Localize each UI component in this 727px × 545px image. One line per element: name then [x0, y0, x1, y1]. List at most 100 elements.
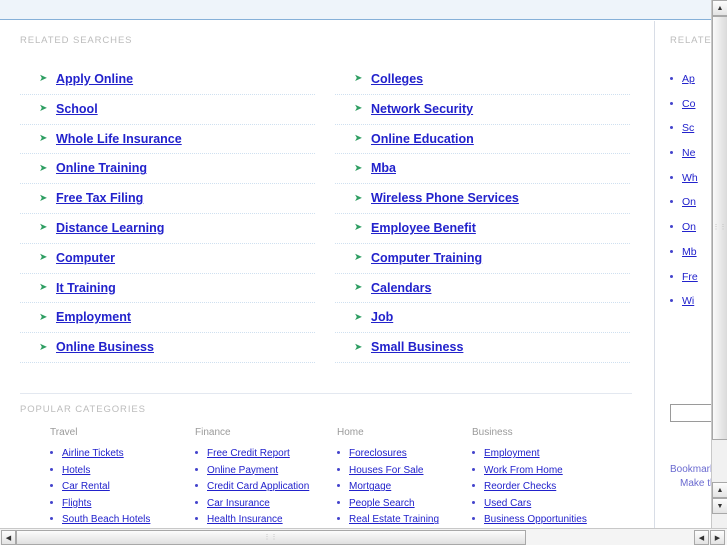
related-item[interactable]: ➤ Whole Life Insurance [20, 125, 315, 155]
category-link[interactable]: Used Cars [484, 498, 531, 509]
category-link[interactable]: Work From Home [484, 465, 563, 476]
related-item[interactable]: ➤ Job [335, 303, 630, 334]
related-item[interactable]: ➤ Employment [20, 303, 315, 334]
bookmark-link[interactable]: Bookmark [670, 463, 711, 477]
sidebar-link[interactable]: On [682, 221, 696, 233]
sidebar-list-item[interactable]: On [670, 190, 711, 215]
category-list-item[interactable]: Hotels [50, 462, 195, 479]
category-link[interactable]: Car Rental [62, 481, 110, 492]
related-item[interactable]: ➤ Mba [335, 154, 630, 185]
category-link[interactable]: Car Insurance [207, 498, 270, 509]
sidebar-link[interactable]: Wi [682, 295, 694, 307]
sidebar-search-input[interactable] [670, 404, 711, 422]
related-item[interactable]: ➤ School [20, 95, 315, 125]
sidebar-list-item[interactable]: Wh [670, 166, 711, 191]
category-list-item[interactable]: People Search [337, 495, 472, 512]
related-link[interactable]: Whole Life Insurance [56, 132, 182, 146]
category-link[interactable]: People Search [349, 498, 415, 509]
category-list-item[interactable]: Mortgage [337, 478, 472, 495]
sidebar-list-item[interactable]: Co [670, 92, 711, 117]
category-link[interactable]: Foreclosures [349, 448, 407, 459]
sidebar-list-item[interactable]: Fre [670, 265, 711, 290]
related-link[interactable]: Network Security [371, 102, 473, 116]
scroll-left-button-secondary[interactable]: ◀ [694, 530, 709, 545]
category-list-item[interactable]: Airline Tickets [50, 445, 195, 462]
category-list-item[interactable]: Foreclosures [337, 445, 472, 462]
related-link[interactable]: Colleges [371, 72, 423, 86]
category-link[interactable]: South Beach Hotels [62, 514, 150, 525]
related-item[interactable]: ➤ Apply Online [20, 65, 315, 95]
related-link[interactable]: It Training [56, 281, 116, 295]
category-link[interactable]: Real Estate Training [349, 514, 439, 525]
related-item[interactable]: ➤ Distance Learning [20, 214, 315, 244]
category-link[interactable]: Hotels [62, 465, 90, 476]
sidebar-link[interactable]: Ap [682, 73, 695, 85]
related-link[interactable]: School [56, 102, 98, 116]
related-item[interactable]: ➤ Colleges [335, 65, 630, 95]
category-link[interactable]: Reorder Checks [484, 481, 556, 492]
scroll-right-button[interactable]: ▶ [710, 530, 725, 545]
category-list-item[interactable]: Houses For Sale [337, 462, 472, 479]
category-list-item[interactable]: Employment [472, 445, 609, 462]
related-item[interactable]: ➤ Employee Benefit [335, 214, 630, 244]
make-homepage-link[interactable]: Make this [670, 477, 711, 491]
sidebar-link[interactable]: Mb [682, 246, 697, 258]
scroll-up-button[interactable]: ▲ [712, 0, 727, 16]
related-link[interactable]: Calendars [371, 281, 431, 295]
sidebar-link[interactable]: Co [682, 98, 695, 110]
sidebar-list-item[interactable]: Ne [670, 141, 711, 166]
sidebar-link[interactable]: Sc [682, 122, 694, 134]
category-list-item[interactable]: Real Estate Training [337, 511, 472, 528]
category-link[interactable]: Health Insurance [207, 514, 283, 525]
related-link[interactable]: Small Business [371, 340, 463, 354]
sidebar-link[interactable]: On [682, 196, 696, 208]
related-link[interactable]: Job [371, 310, 393, 324]
category-link[interactable]: Airline Tickets [62, 448, 124, 459]
category-list-item[interactable]: Used Cars [472, 495, 609, 512]
related-item[interactable]: ➤ Free Tax Filing [20, 184, 315, 214]
related-link[interactable]: Computer [56, 251, 115, 265]
category-list-item[interactable]: Credit Card Application [195, 478, 337, 495]
related-item[interactable]: ➤ Online Business [20, 333, 315, 363]
sidebar-link[interactable]: Ne [682, 147, 695, 159]
related-item[interactable]: ➤ Small Business [335, 333, 630, 363]
sidebar-list-item[interactable]: Mb [670, 240, 711, 265]
vertical-scrollbar[interactable]: ▲ ⋮⋮ ▲ ▼ [711, 0, 727, 528]
related-link[interactable]: Distance Learning [56, 221, 164, 235]
horizontal-scrollbar[interactable]: ◀ ⋮⋮ ◀ ▶ [0, 528, 727, 545]
sidebar-link[interactable]: Wh [682, 172, 698, 184]
category-list-item[interactable]: Car Insurance [195, 495, 337, 512]
vertical-scroll-thumb[interactable]: ⋮⋮ [712, 16, 727, 440]
related-item[interactable]: ➤ It Training [20, 274, 315, 304]
related-item[interactable]: ➤ Online Education [335, 125, 630, 155]
category-list-item[interactable]: Car Rental [50, 478, 195, 495]
category-link[interactable]: Free Credit Report [207, 448, 290, 459]
category-link[interactable]: Credit Card Application [207, 481, 309, 492]
category-link[interactable]: Online Payment [207, 465, 278, 476]
related-item[interactable]: ➤ Network Security [335, 95, 630, 125]
category-list-item[interactable]: South Beach Hotels [50, 511, 195, 528]
scroll-down-button[interactable]: ▼ [712, 498, 727, 514]
category-list-item[interactable]: Free Credit Report [195, 445, 337, 462]
related-link[interactable]: Online Education [371, 132, 474, 146]
related-link[interactable]: Online Business [56, 340, 154, 354]
category-link[interactable]: Houses For Sale [349, 465, 423, 476]
related-link[interactable]: Employment [56, 310, 131, 324]
sidebar-list-item[interactable]: Ap [670, 67, 711, 92]
related-item[interactable]: ➤ Computer [20, 244, 315, 274]
related-item[interactable]: ➤ Wireless Phone Services [335, 184, 630, 214]
sidebar-list-item[interactable]: On [670, 215, 711, 240]
scroll-left-button[interactable]: ◀ [1, 530, 16, 545]
related-link[interactable]: Computer Training [371, 251, 482, 265]
related-link[interactable]: Apply Online [56, 72, 133, 86]
related-link[interactable]: Mba [371, 161, 396, 175]
category-list-item[interactable]: Business Opportunities [472, 511, 609, 528]
category-link[interactable]: Employment [484, 448, 540, 459]
related-item[interactable]: ➤ Online Training [20, 154, 315, 185]
related-item[interactable]: ➤ Calendars [335, 274, 630, 304]
horizontal-scroll-thumb[interactable]: ⋮⋮ [16, 530, 526, 545]
scroll-up-button-secondary[interactable]: ▲ [712, 482, 727, 498]
category-link[interactable]: Flights [62, 498, 91, 509]
category-link[interactable]: Mortgage [349, 481, 391, 492]
category-list-item[interactable]: Online Payment [195, 462, 337, 479]
